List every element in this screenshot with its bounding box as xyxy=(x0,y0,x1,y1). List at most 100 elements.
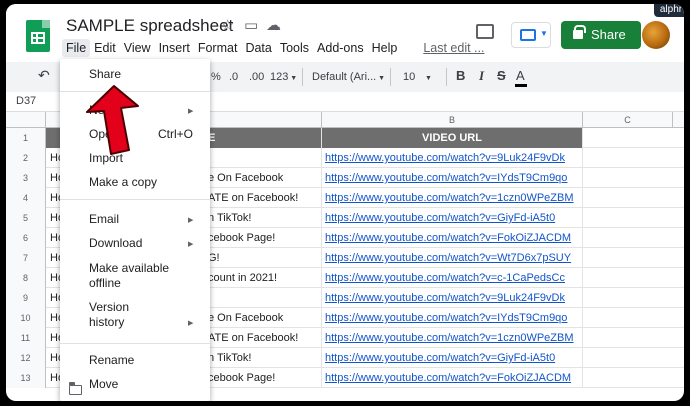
last-edit-link[interactable]: Last edit ... xyxy=(419,39,488,57)
select-all-corner[interactable] xyxy=(6,112,46,128)
cell-a-visible-tail: e On Facebook xyxy=(208,172,284,184)
cell-a-visible-tail: cebook Page! xyxy=(208,372,276,384)
toolbar-divider xyxy=(390,68,391,86)
row-number[interactable]: 5 xyxy=(6,208,46,228)
undo-icon[interactable]: ↶ xyxy=(38,68,50,82)
menu-view[interactable]: View xyxy=(120,39,155,57)
menu-insert[interactable]: Insert xyxy=(155,39,194,57)
toolbar-divider xyxy=(302,68,303,86)
font-family-label: Default (Ari... xyxy=(312,71,377,83)
menu-item-download[interactable]: Download xyxy=(89,236,142,251)
share-button[interactable]: Share xyxy=(561,21,641,49)
row-number[interactable]: 8 xyxy=(6,268,46,288)
row-number[interactable]: 7 xyxy=(6,248,46,268)
toolbar-divider xyxy=(446,68,447,86)
row-number[interactable]: 3 xyxy=(6,168,46,188)
cell-video-url-link[interactable]: https://www.youtube.com/watch?v=IYdsT9Cm… xyxy=(322,168,583,188)
font-family-select[interactable]: Default (Ari... ▼ xyxy=(312,70,385,86)
cell-a-visible-tail: ATE on Facebook! xyxy=(208,192,299,204)
strikethrough-button[interactable]: S xyxy=(497,69,506,83)
menu-bar: File Edit View Insert Format Data Tools … xyxy=(62,39,488,57)
row-number[interactable]: 2 xyxy=(6,148,46,168)
cell-video-url-link[interactable]: https://www.youtube.com/watch?v=FokOiZJA… xyxy=(322,368,583,388)
menu-divider xyxy=(60,199,210,200)
cell-a-visible-tail: ATE on Facebook! xyxy=(208,332,299,344)
sheets-logo-icon[interactable] xyxy=(26,20,50,52)
column-header-c[interactable]: C xyxy=(583,112,673,128)
decrease-decimal-button[interactable]: .0 xyxy=(229,70,238,84)
row-number[interactable]: 13 xyxy=(6,368,46,388)
chevron-right-icon: ▶ xyxy=(188,217,194,224)
row-number[interactable]: 11 xyxy=(6,328,46,348)
menu-file[interactable]: File xyxy=(62,39,91,57)
cell-video-url-link[interactable]: https://www.youtube.com/watch?v=9Luk24F9… xyxy=(322,148,583,168)
make-offline-line2: offline xyxy=(89,276,121,290)
menu-edit[interactable]: Edit xyxy=(90,39,120,57)
cell-video-url-link[interactable]: https://www.youtube.com/watch?v=c-1CaPed… xyxy=(322,268,583,288)
cell-video-url-link[interactable]: https://www.youtube.com/watch?v=1czn0WPe… xyxy=(322,328,583,348)
menu-format[interactable]: Format xyxy=(194,39,242,57)
menu-item-share[interactable]: Share xyxy=(89,67,121,82)
menu-help[interactable]: Help xyxy=(368,39,402,57)
lock-icon xyxy=(573,25,586,39)
make-offline-line1: Make available xyxy=(89,261,170,275)
bold-button[interactable]: B xyxy=(456,69,465,83)
row-number[interactable]: 4 xyxy=(6,188,46,208)
cell-video-url-link[interactable]: https://www.youtube.com/watch?v=1czn0WPe… xyxy=(322,188,583,208)
cell-a-visible-tail: n TikTok! xyxy=(208,212,252,224)
row-number[interactable]: 1 xyxy=(6,128,46,148)
menu-item-version-history[interactable]: Version history xyxy=(89,300,129,330)
menu-divider xyxy=(60,343,210,344)
chevron-down-icon: ▼ xyxy=(288,75,298,82)
row-number[interactable]: 6 xyxy=(6,228,46,248)
row-number[interactable]: 9 xyxy=(6,288,46,308)
cell-video-url-link[interactable]: https://www.youtube.com/watch?v=9Luk24F9… xyxy=(322,288,583,308)
percent-format-button[interactable]: % xyxy=(211,70,221,84)
chevron-down-icon: ▼ xyxy=(415,75,432,82)
text-color-swatch xyxy=(515,84,527,87)
menu-addons[interactable]: Add-ons xyxy=(313,39,368,57)
column-header-b[interactable]: B xyxy=(322,112,583,128)
share-button-label: Share xyxy=(591,27,626,42)
star-icon[interactable]: ☆ xyxy=(221,16,234,34)
chevron-right-icon: ▶ xyxy=(188,241,194,248)
cell-video-url-link[interactable]: https://www.youtube.com/watch?v=Wt7D6x7p… xyxy=(322,248,583,268)
avatar[interactable] xyxy=(642,21,670,49)
font-size-select[interactable]: 10 ▼ xyxy=(403,70,432,86)
number-format-label: 123 xyxy=(270,71,289,83)
red-arrow-annotation-icon xyxy=(86,85,139,155)
header-cell-video-url[interactable]: VIDEO URL xyxy=(322,128,583,148)
present-icon xyxy=(520,29,536,41)
chevron-down-icon: ▼ xyxy=(540,29,548,38)
menu-item-rename[interactable]: Rename xyxy=(89,353,134,368)
menu-data[interactable]: Data xyxy=(241,39,275,57)
move-folder-icon[interactable]: ▭ xyxy=(244,16,258,34)
doc-title[interactable]: SAMPLE spreadsheet xyxy=(66,16,233,36)
cell-video-url-link[interactable]: https://www.youtube.com/watch?v=GiyFd-iA… xyxy=(322,348,583,368)
menu-item-email[interactable]: Email xyxy=(89,212,119,227)
cloud-status-icon[interactable]: ☁ xyxy=(266,16,281,34)
name-box[interactable]: D37 xyxy=(16,95,36,107)
cell-video-url-link[interactable]: https://www.youtube.com/watch?v=FokOiZJA… xyxy=(322,228,583,248)
cell-video-url-link[interactable]: https://www.youtube.com/watch?v=IYdsT9Cm… xyxy=(322,308,583,328)
cell-a-visible-tail: cebook Page! xyxy=(208,232,276,244)
increase-decimal-button[interactable]: .00 xyxy=(249,70,264,84)
cell-video-url-link[interactable]: https://www.youtube.com/watch?v=GiyFd-iA… xyxy=(322,208,583,228)
menu-tools[interactable]: Tools xyxy=(276,39,313,57)
comment-history-icon[interactable] xyxy=(476,24,494,39)
chevron-right-icon: ▶ xyxy=(188,320,194,327)
cell-a-visible-tail: count in 2021! xyxy=(208,272,278,284)
watermark-logo: alphr xyxy=(654,4,684,17)
font-size-label: 10 xyxy=(403,71,416,83)
app-header: SAMPLE spreadsheet ☆ ▭ ☁ File Edit View … xyxy=(6,4,684,60)
italic-button[interactable]: I xyxy=(479,69,484,83)
row-number[interactable]: 10 xyxy=(6,308,46,328)
number-format-button[interactable]: 123 ▼ xyxy=(270,70,297,86)
menu-item-move[interactable]: Move xyxy=(89,377,118,392)
menu-item-make-copy[interactable]: Make a copy xyxy=(89,175,157,190)
text-color-button[interactable]: A xyxy=(516,69,525,83)
menu-item-make-offline[interactable]: Make available offline xyxy=(89,261,169,291)
present-button[interactable]: ▼ xyxy=(511,22,551,48)
row-number[interactable]: 12 xyxy=(6,348,46,368)
version-history-line1: Version xyxy=(89,300,130,314)
